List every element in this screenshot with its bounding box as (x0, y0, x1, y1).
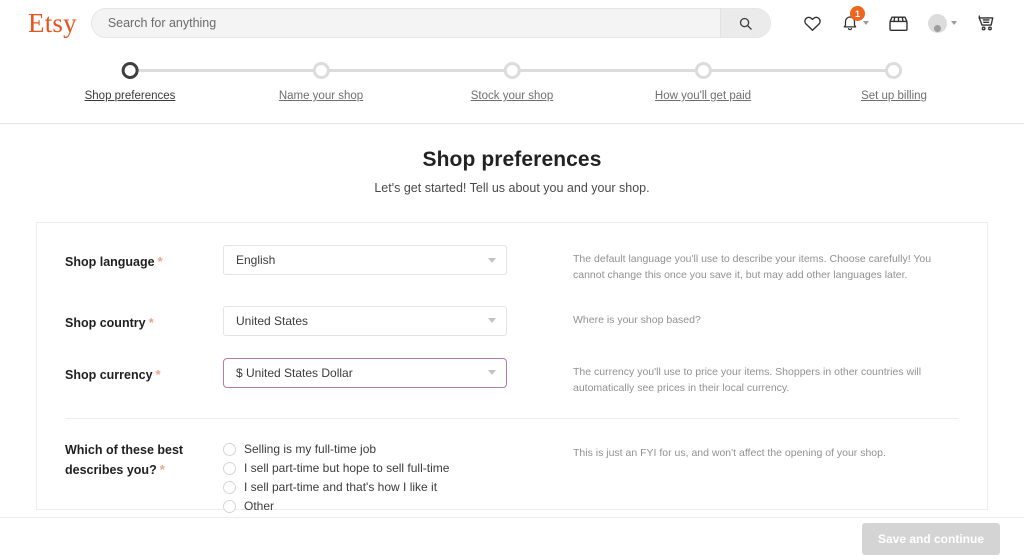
radio-circle-icon[interactable] (223, 480, 236, 494)
shop-manager-button[interactable] (888, 14, 909, 33)
shop-country-label: Shop country * (65, 306, 223, 333)
label-text-line2: describes you? (65, 462, 157, 477)
chevron-down-icon (488, 257, 496, 263)
selects-section: Shop language * English The default langu… (37, 223, 987, 420)
shop-country-select[interactable]: United States (223, 305, 507, 336)
cart-icon (978, 14, 994, 30)
cart-button[interactable] (976, 14, 996, 33)
radio-label: I sell part-time but hope to sell full-t… (244, 461, 450, 476)
shop-currency-select[interactable]: $ United States Dollar (223, 357, 507, 388)
radio-label: I sell part-time and that's how I like i… (244, 480, 438, 495)
shop-currency-label: Shop currency * (65, 358, 223, 385)
page-footer: Save and continue (0, 517, 1024, 560)
shop-country-control: United States (223, 305, 507, 336)
radio-option-other[interactable]: Other (223, 499, 507, 513)
preferences-card: Shop language * English The default langu… (36, 222, 988, 513)
avatar (928, 13, 947, 33)
step-dot-icon (503, 62, 521, 79)
notifications-button[interactable]: 1 (841, 6, 869, 32)
storefront-icon (889, 16, 908, 31)
search-button[interactable] (719, 9, 770, 37)
favorites-button[interactable] (803, 14, 822, 33)
shop-language-help: The default language you'll use to descr… (573, 253, 932, 282)
label-text: Shop language (65, 255, 155, 269)
search-icon (739, 17, 752, 30)
shop-language-control: English (223, 245, 507, 275)
step-label: Shop preferences (84, 90, 176, 102)
selected-value: English (236, 253, 276, 267)
header-icon-group: 1 (803, 6, 1004, 33)
shop-currency-help: The currency you'll use to price your it… (573, 365, 922, 394)
site-header: Etsy 1 (0, 0, 1024, 46)
search-bar[interactable] (90, 8, 771, 38)
field-row-shop-language: Shop language * English The default langu… (65, 245, 959, 284)
label-text: Shop currency (65, 367, 153, 382)
radio-option-hope-full-time[interactable]: I sell part-time but hope to sell full-t… (223, 461, 507, 475)
avatar-icon (934, 24, 941, 32)
account-button[interactable] (928, 13, 957, 33)
page-subtitle: Let's get started! Tell us about you and… (374, 181, 650, 195)
required-asterisk: * (157, 254, 163, 269)
required-asterisk: * (148, 314, 154, 330)
save-and-continue-button[interactable]: Save and continue (861, 523, 1000, 555)
radio-circle-icon[interactable] (223, 461, 236, 475)
stepper-step-set-up-billing[interactable]: Set up billing (861, 62, 927, 102)
stepper-step-name-your-shop[interactable]: Name your shop (279, 62, 363, 102)
radio-label: Selling is my full-time job (244, 442, 377, 457)
shop-currency-control: $ United States Dollar (223, 357, 507, 388)
main-content: Shop preferences Let's get started! Tell… (0, 124, 1024, 513)
step-dot-icon (312, 62, 330, 79)
radio-label: Other (244, 499, 275, 514)
shop-language-label: Shop language * (65, 245, 223, 272)
seller-type-radio-group: Selling is my full-time job I sell part-… (223, 441, 507, 513)
progress-stepper: Shop preferences Name your shop Stock yo… (0, 46, 1024, 124)
chevron-down-icon (488, 318, 496, 324)
seller-type-help: This is just an FYI for us, and won't af… (573, 447, 886, 460)
radio-section: Which of these best describes you? * Sell… (37, 419, 987, 513)
radio-option-part-time-like-it[interactable]: I sell part-time and that's how I like i… (223, 480, 507, 494)
step-dot-icon (121, 62, 139, 79)
chevron-down-icon (863, 21, 869, 25)
selected-value: $ United States Dollar (236, 365, 353, 380)
radio-circle-icon[interactable] (223, 499, 236, 513)
shop-country-help: Where is your shop based? (573, 313, 701, 326)
label-text-line1: Which of these best (65, 443, 184, 458)
step-dot-icon (694, 62, 712, 79)
seller-type-label: Which of these best describes you? * (65, 441, 223, 480)
step-label: Stock your shop (470, 90, 554, 102)
chevron-down-icon (951, 21, 957, 25)
chevron-down-icon (488, 370, 496, 376)
label-text: Shop country (65, 315, 146, 330)
stepper-step-stock-your-shop[interactable]: Stock your shop (471, 62, 553, 102)
search-input[interactable] (91, 9, 720, 37)
stepper-track-wrap: Shop preferences Name your shop Stock yo… (85, 62, 927, 108)
selected-value: United States (236, 313, 309, 328)
step-label: Name your shop (278, 90, 364, 102)
step-label: Set up billing (861, 90, 927, 102)
step-label: How you'll get paid (654, 90, 752, 102)
page-title: Shop preferences (422, 148, 602, 171)
etsy-logo[interactable]: Etsy (28, 9, 77, 37)
radio-option-full-time-job[interactable]: Selling is my full-time job (223, 442, 507, 456)
heart-icon (804, 16, 821, 31)
field-row-shop-country: Shop country * United States Where is you… (65, 305, 959, 336)
notification-badge: 1 (850, 6, 865, 21)
field-row-seller-type: Which of these best describes you? * Sell… (65, 441, 959, 513)
shop-language-select[interactable]: English (223, 245, 507, 275)
required-asterisk: * (155, 366, 161, 382)
stepper-step-shop-preferences[interactable]: Shop preferences (84, 62, 176, 102)
radio-circle-icon[interactable] (223, 442, 236, 456)
field-row-shop-currency: Shop currency * $ United States Dollar Th… (65, 357, 959, 397)
stepper-step-how-youll-get-paid[interactable]: How you'll get paid (655, 62, 751, 102)
step-dot-icon (885, 62, 903, 79)
required-asterisk: * (159, 461, 165, 477)
